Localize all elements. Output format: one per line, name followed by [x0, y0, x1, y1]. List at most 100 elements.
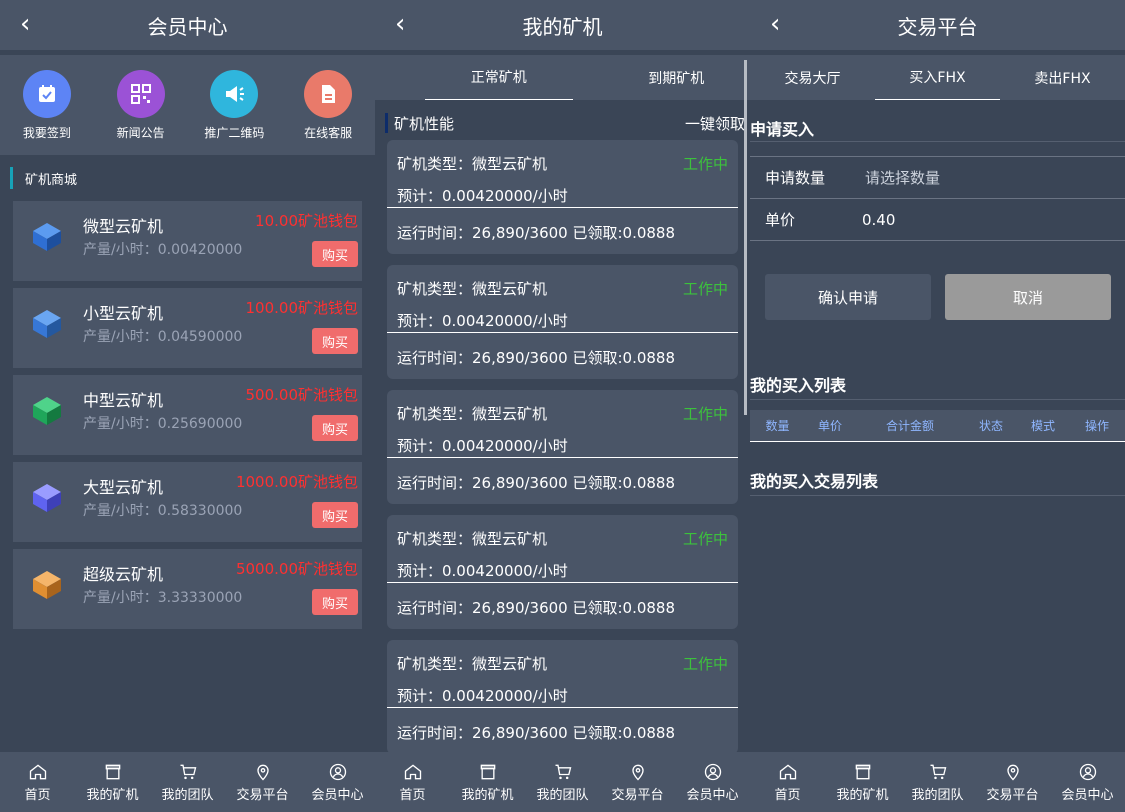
cube-icon: [33, 223, 61, 251]
tab-label: 我的团队: [911, 787, 964, 803]
tab-home[interactable]: 首页: [0, 752, 75, 812]
collect-all-button[interactable]: 一键领取: [685, 113, 745, 134]
calendar-check-icon: [22, 69, 71, 118]
tab-my-miners[interactable]: 我的矿机: [75, 752, 150, 812]
qty-input[interactable]: [865, 168, 1065, 187]
location-pin-icon: [1006, 764, 1019, 780]
mine-name: 超级云矿机: [83, 565, 164, 584]
tab-home[interactable]: 首页: [750, 752, 825, 812]
buy-button[interactable]: 购买: [312, 328, 358, 354]
mine-output: 产量/小时：0.04590000: [83, 329, 243, 345]
perf-header: 矿机性能 一键领取: [375, 100, 750, 136]
quick-service[interactable]: 在线客服: [281, 69, 375, 141]
back-icon[interactable]: ‹: [770, 10, 780, 38]
cube-icon: [33, 397, 61, 425]
tab-my-miners[interactable]: 我的矿机: [450, 752, 525, 812]
document-icon: [304, 69, 353, 118]
tab-expired-miners[interactable]: 到期矿机: [603, 55, 751, 100]
miner-runtime: 运行时间：26,890/3600 已领取:0.0888: [397, 224, 676, 242]
tab-trade[interactable]: 交易平台: [975, 752, 1050, 812]
member-center-screen: ‹ 会员中心 我要签到 新闻公告 推广二维码 在线客服 矿机商城 微型云矿机 产…: [0, 0, 375, 812]
price-row: 单价 0.40: [750, 199, 1125, 241]
back-icon[interactable]: ‹: [20, 10, 30, 38]
back-icon[interactable]: ‹: [395, 10, 405, 38]
price-value: 0.40: [862, 210, 896, 229]
miner-card: 矿机类型：微型云矿机 工作中 预计：0.00420000/小时 运行时间：26,…: [387, 390, 738, 504]
quick-news[interactable]: 新闻公告: [94, 69, 188, 141]
form-buttons: 确认申请 取消: [750, 274, 1125, 320]
buy-button[interactable]: 购买: [312, 502, 358, 528]
quick-qrcode[interactable]: 推广二维码: [188, 69, 282, 141]
section-title-text: 矿机商城: [25, 172, 78, 188]
perf-title: 矿机性能: [394, 114, 455, 133]
cube-icon: [33, 310, 61, 338]
mine-price: 1000.00矿池钱包: [235, 473, 358, 491]
buy-button[interactable]: 购买: [312, 589, 358, 615]
bottom-tabbar: 首页 我的矿机 我的团队 交易平台 会员中心: [375, 752, 750, 812]
mine-list: 微型云矿机 产量/小时：0.00420000 10.00矿池钱包 购买 小型云矿…: [0, 201, 375, 629]
tab-my-team[interactable]: 我的团队: [900, 752, 975, 812]
mine-output: 产量/小时：0.25690000: [83, 416, 243, 432]
tab-member[interactable]: 会员中心: [1050, 752, 1125, 812]
buy-list-header: 数量 单价 合计金额 状态 模式 操作: [750, 410, 1125, 442]
price-label: 单价: [765, 211, 796, 229]
user-icon: [1079, 763, 1096, 780]
buy-button[interactable]: 购买: [312, 241, 358, 267]
miner-estimate: 预计：0.00420000/小时: [397, 687, 568, 705]
buy-button[interactable]: 购买: [312, 415, 358, 441]
mine-name: 大型云矿机: [83, 478, 164, 497]
col-total: 合计金额: [885, 419, 934, 433]
buy-form: 申请数量 单价 0.40: [750, 156, 1125, 241]
miner-estimate: 预计：0.00420000/小时: [397, 187, 568, 205]
store-icon: [480, 764, 495, 779]
tab-member[interactable]: 会员中心: [300, 752, 375, 812]
home-icon: [779, 763, 796, 779]
tab-label: 会员中心: [1061, 787, 1114, 803]
mine-output: 产量/小时：3.33330000: [83, 590, 243, 606]
tab-label: 首页: [399, 787, 426, 803]
qr-code-icon: [116, 69, 165, 118]
tab-sell-fhx[interactable]: 卖出FHX: [1000, 55, 1125, 100]
home-icon: [29, 763, 46, 779]
tab-home[interactable]: 首页: [375, 752, 450, 812]
header: ‹ 交易平台: [750, 0, 1125, 50]
miner-type: 矿机类型：微型云矿机: [397, 530, 548, 548]
bottom-tabbar: 首页 我的矿机 我的团队 交易平台 会员中心: [750, 752, 1125, 812]
tab-trade-hall[interactable]: 交易大厅: [750, 55, 875, 100]
tab-trade[interactable]: 交易平台: [600, 752, 675, 812]
quick-checkin[interactable]: 我要签到: [0, 69, 94, 141]
col-mode: 模式: [1030, 419, 1055, 433]
scrollbar[interactable]: [744, 60, 747, 415]
tab-label: 交易平台: [986, 787, 1039, 803]
cart-icon: [555, 764, 571, 779]
user-icon: [704, 763, 721, 780]
miner-type: 矿机类型：微型云矿机: [397, 405, 548, 423]
page-title: 我的矿机: [522, 14, 603, 39]
status-badge: 工作中: [682, 155, 728, 173]
mine-name: 微型云矿机: [83, 217, 164, 236]
bottom-tabbar: 首页 我的矿机 我的团队 交易平台 会员中心: [0, 752, 375, 812]
quick-label: 推广二维码: [204, 125, 265, 140]
tab-my-team[interactable]: 我的团队: [150, 752, 225, 812]
quick-label: 新闻公告: [116, 125, 165, 140]
tab-my-team[interactable]: 我的团队: [525, 752, 600, 812]
tab-member[interactable]: 会员中心: [675, 752, 750, 812]
section-title: 矿机商城: [0, 161, 375, 195]
mine-output: 产量/小时：0.00420000: [83, 242, 243, 258]
tab-my-miners[interactable]: 我的矿机: [825, 752, 900, 812]
col-price: 单价: [817, 419, 842, 433]
tab-trade[interactable]: 交易平台: [225, 752, 300, 812]
confirm-button[interactable]: 确认申请: [765, 274, 931, 320]
tab-label: 我的团队: [536, 787, 589, 803]
header: ‹ 我的矿机: [375, 0, 750, 50]
home-icon: [404, 763, 421, 779]
mine-price: 500.00矿池钱包: [245, 386, 359, 404]
miner-type: 矿机类型：微型云矿机: [397, 155, 548, 173]
miner-card: 矿机类型：微型云矿机 工作中 预计：0.00420000/小时 运行时间：26,…: [387, 515, 738, 629]
mine-item: 中型云矿机 产量/小时：0.25690000 500.00矿池钱包 购买: [13, 375, 362, 455]
cancel-button[interactable]: 取消: [945, 274, 1111, 320]
qty-label: 申请数量: [765, 169, 826, 187]
tab-buy-fhx[interactable]: 买入FHX: [875, 55, 1000, 100]
tab-normal-miners[interactable]: 正常矿机: [425, 55, 573, 100]
tab-label: 我的矿机: [461, 787, 514, 803]
